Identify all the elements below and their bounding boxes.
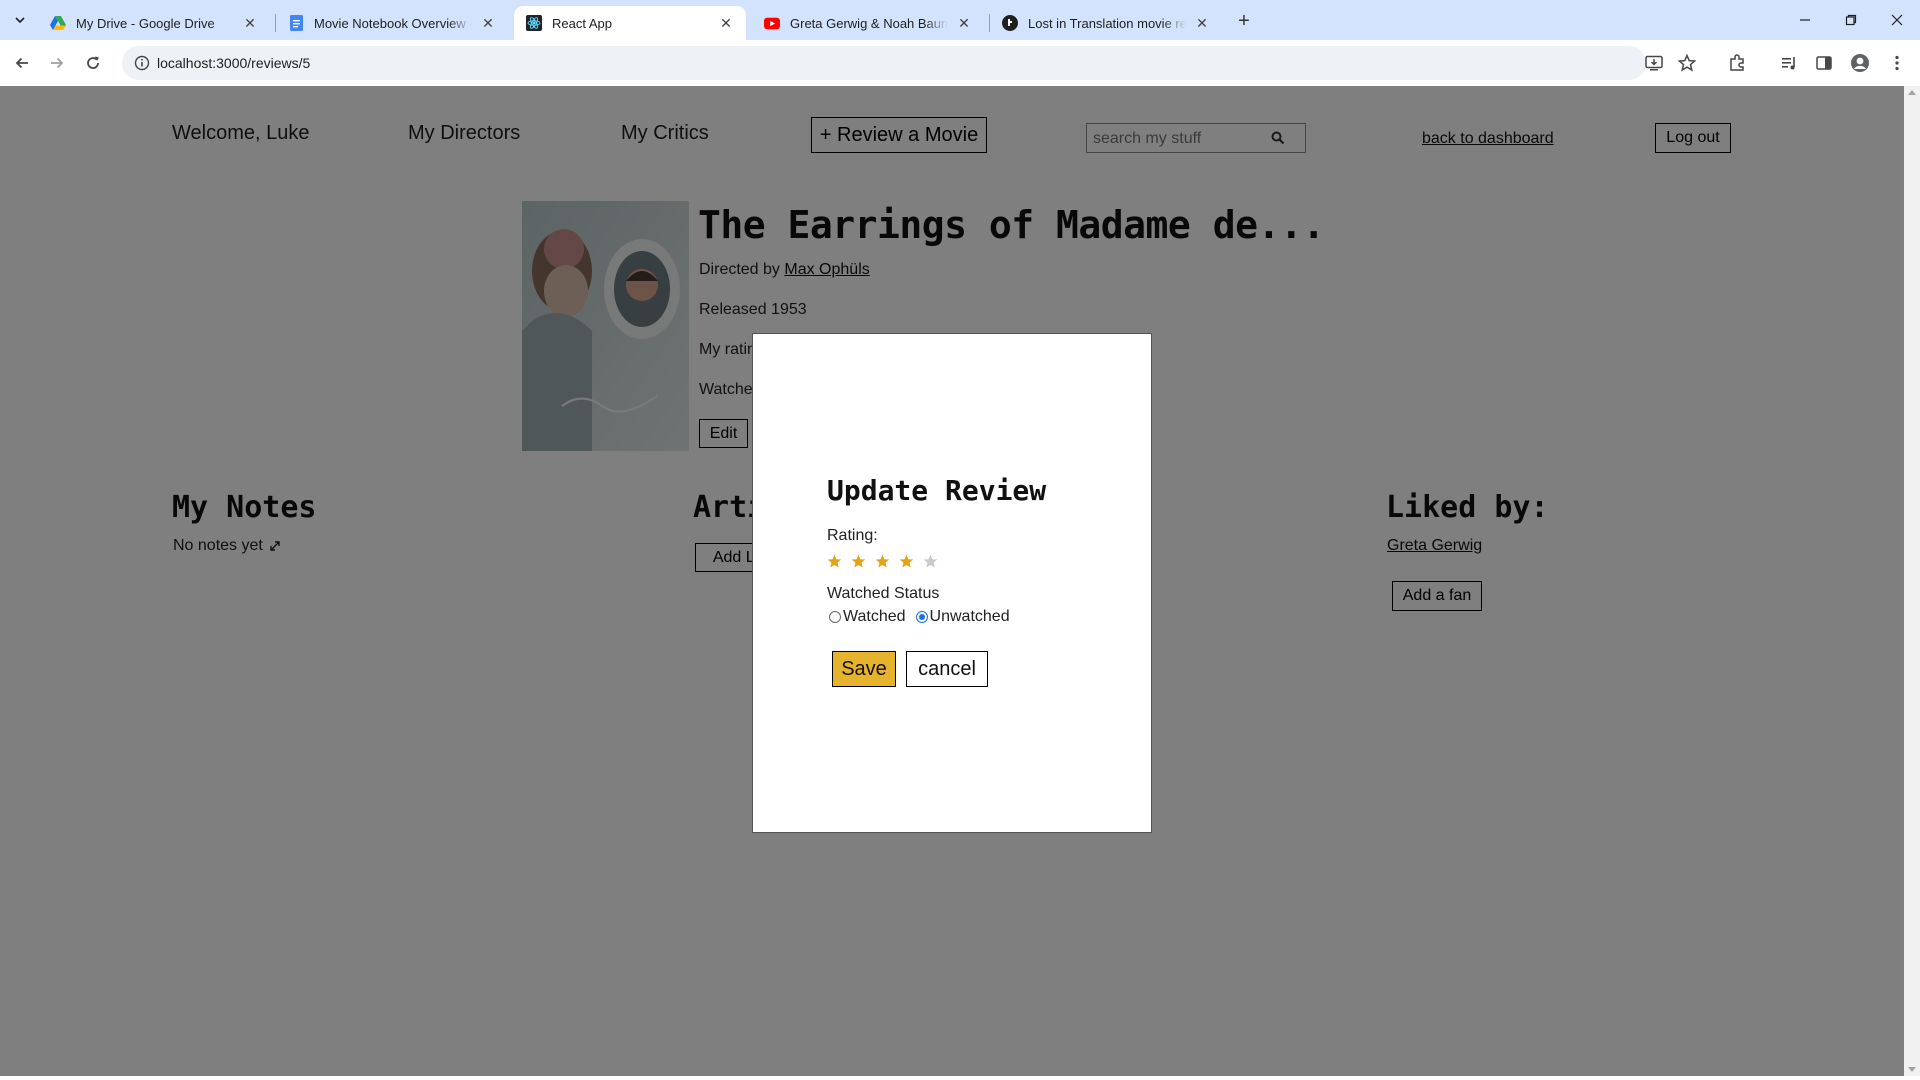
radio-unwatched[interactable] [915, 611, 928, 623]
install-app-icon[interactable] [1644, 53, 1664, 73]
page-scrollbar[interactable] [1904, 86, 1920, 1076]
browser-tabstrip: My Drive - Google Drive ✕ Movie Notebook… [0, 0, 1920, 40]
tab-youtube[interactable]: Greta Gerwig & Noah Baumbach ✕ [752, 6, 984, 40]
minimize-icon[interactable] [1782, 6, 1828, 34]
media-control-icon[interactable] [1777, 51, 1801, 75]
star-icon[interactable] [899, 552, 923, 570]
star-icon[interactable] [923, 552, 947, 570]
star-icon[interactable] [851, 552, 875, 570]
extensions-puzzle-icon[interactable] [1725, 51, 1749, 75]
radio-unwatched-label[interactable]: Unwatched [930, 608, 1010, 626]
tab-title: Movie Notebook Overview - Google Docs [314, 15, 472, 31]
update-review-modal: Update Review Rating: Watched Status Wat… [752, 333, 1152, 833]
letterboxd-icon [1002, 15, 1018, 31]
tab-title: React App [552, 15, 612, 31]
star-icon[interactable] [875, 552, 899, 570]
star-rating [827, 552, 947, 570]
google-docs-icon [288, 15, 304, 31]
address-bar[interactable]: localhost:3000/reviews/5 [122, 46, 1696, 80]
profile-avatar-icon[interactable] [1848, 51, 1872, 75]
tab-title: Lost in Translation movie review [1028, 15, 1186, 31]
tab-google-drive[interactable]: My Drive - Google Drive ✕ [38, 6, 270, 40]
tab-close-icon[interactable]: ✕ [954, 13, 974, 33]
star-icon[interactable] [827, 552, 851, 570]
side-panel-icon[interactable] [1812, 51, 1836, 75]
tab-close-icon[interactable]: ✕ [1192, 13, 1212, 33]
tab-close-icon[interactable]: ✕ [716, 13, 736, 33]
tab-react-app[interactable]: React App ✕ [514, 6, 746, 40]
bookmark-star-icon[interactable] [1677, 53, 1697, 73]
save-button[interactable]: Save [832, 651, 896, 687]
watched-status-label: Watched Status [827, 585, 940, 602]
radio-watched-label[interactable]: Watched [843, 608, 906, 626]
forward-arrow-icon[interactable] [43, 49, 71, 77]
tab-letterboxd[interactable]: Lost in Translation movie review ✕ [990, 6, 1222, 40]
site-info-icon[interactable] [132, 53, 152, 73]
radio-watched[interactable] [829, 611, 841, 623]
url-text: localhost:3000/reviews/5 [157, 55, 311, 71]
window-close-icon[interactable] [1874, 6, 1920, 34]
rating-label: Rating: [827, 527, 878, 544]
tab-search-icon[interactable] [8, 8, 32, 32]
back-arrow-icon[interactable] [8, 49, 36, 77]
scroll-down-icon[interactable] [1908, 1067, 1916, 1072]
browser-menu-icon[interactable] [1885, 51, 1909, 75]
restore-icon[interactable] [1828, 6, 1874, 34]
tab-close-icon[interactable]: ✕ [478, 13, 498, 33]
tab-title: Greta Gerwig & Noah Baumbach [790, 15, 948, 31]
browser-toolbar: localhost:3000/reviews/5 [0, 40, 1920, 86]
reload-icon[interactable] [79, 49, 107, 77]
tab-google-docs[interactable]: Movie Notebook Overview - Google Docs ✕ [276, 6, 508, 40]
modal-title: Update Review [827, 474, 1047, 507]
react-icon [526, 15, 542, 31]
youtube-icon [764, 15, 780, 31]
cancel-button[interactable]: cancel [906, 651, 988, 687]
tab-title: My Drive - Google Drive [76, 15, 215, 31]
google-drive-icon [50, 15, 66, 31]
new-tab-icon[interactable]: + [1232, 9, 1256, 33]
tab-close-icon[interactable]: ✕ [240, 13, 260, 33]
watched-status-radios: Watched Unwatched [827, 608, 1010, 626]
scroll-up-icon[interactable] [1908, 90, 1916, 95]
